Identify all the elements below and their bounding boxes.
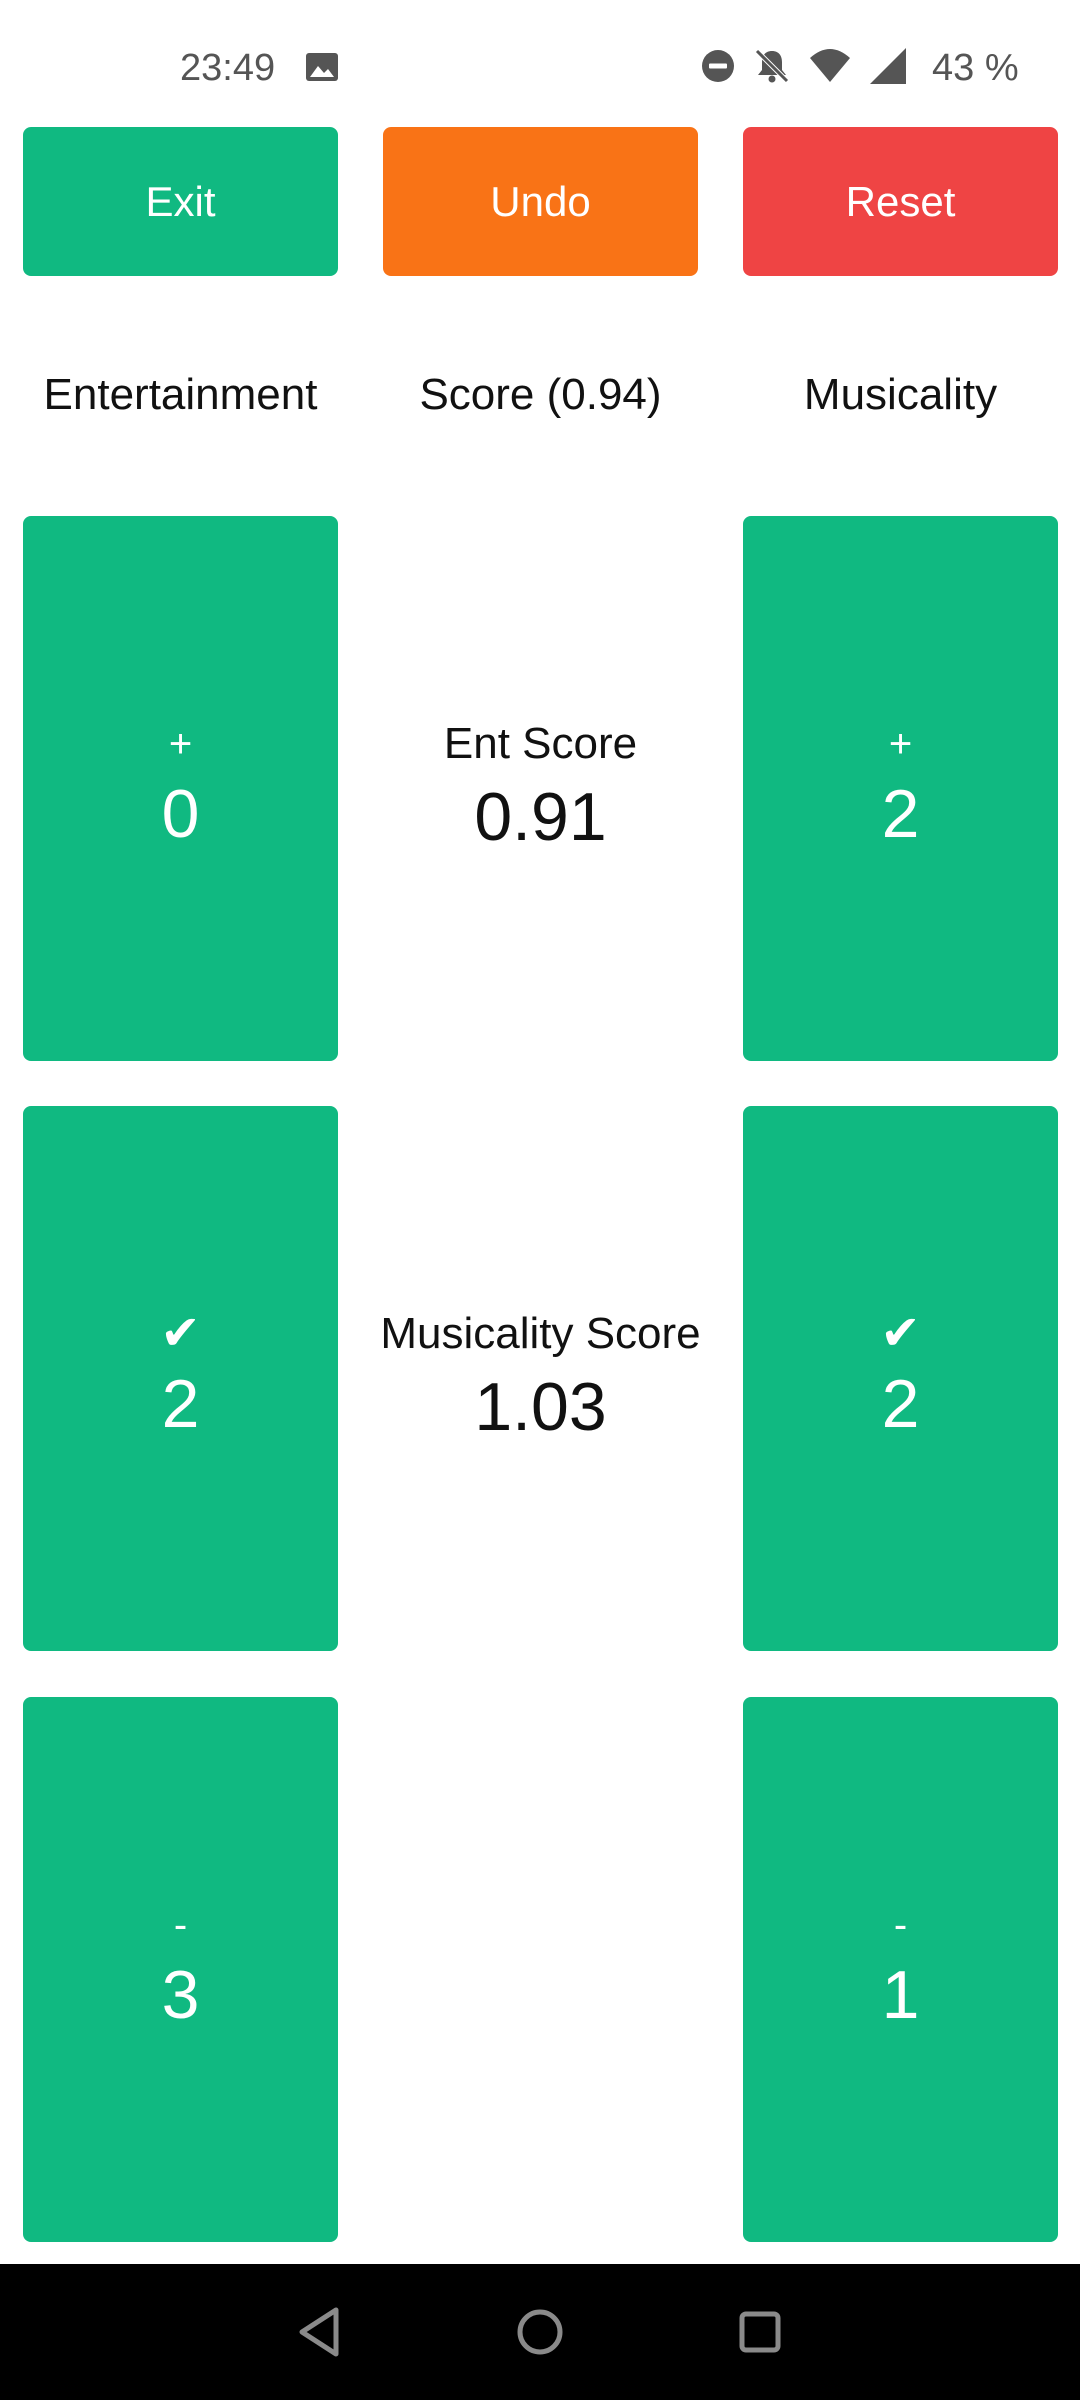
plus-symbol: + <box>168 721 193 766</box>
back-icon[interactable] <box>260 2264 380 2400</box>
minus-symbol: - <box>173 1902 188 1947</box>
ent-score-block: Ent Score 0.91 <box>383 516 698 1061</box>
battery-percent: 43 % <box>932 47 1019 89</box>
undo-button[interactable]: Undo <box>383 127 698 276</box>
entertainment-minus-button[interactable]: - 3 <box>23 1697 338 2242</box>
ent-score-label: Ent Score <box>443 718 638 768</box>
musicality-check-count: 2 <box>881 1365 920 1442</box>
entertainment-header: Entertainment <box>43 370 318 419</box>
musicality-minus-count: 1 <box>881 1956 920 2033</box>
musicality-minus-button[interactable]: - 1 <box>743 1697 1058 2242</box>
status-icons: 43 % <box>700 44 1019 92</box>
score-header: Score (0.94) <box>419 370 662 419</box>
entertainment-plus-button[interactable]: + 0 <box>23 516 338 1061</box>
status-bar: 23:49 43 % <box>0 0 1080 124</box>
entertainment-check-count: 2 <box>161 1365 200 1442</box>
check-icon: ✔ <box>160 1306 201 1360</box>
home-icon[interactable] <box>480 2264 600 2400</box>
wifi-icon <box>808 46 852 91</box>
musicality-score-block: Musicality Score 1.03 <box>380 1106 701 1651</box>
image-icon <box>305 50 339 84</box>
ent-score-value: 0.91 <box>474 778 607 855</box>
plus-symbol: + <box>888 721 913 766</box>
exit-button-label: Exit <box>145 177 216 225</box>
check-icon: ✔ <box>880 1306 921 1360</box>
signal-icon <box>868 46 908 91</box>
undo-button-label: Undo <box>490 177 591 225</box>
musicality-score-label: Musicality Score <box>380 1308 701 1358</box>
musicality-plus-button[interactable]: + 2 <box>743 516 1058 1061</box>
status-time: 23:49 <box>180 47 276 89</box>
musicality-check-button[interactable]: ✔ 2 <box>743 1106 1058 1651</box>
exit-button[interactable]: Exit <box>23 127 338 276</box>
bell-off-icon <box>752 46 792 91</box>
recents-icon[interactable] <box>700 2264 820 2400</box>
entertainment-minus-count: 3 <box>161 1956 200 2033</box>
reset-button[interactable]: Reset <box>743 127 1058 276</box>
entertainment-plus-count: 0 <box>161 775 200 852</box>
minus-symbol: - <box>893 1902 908 1947</box>
musicality-plus-count: 2 <box>881 775 920 852</box>
dnd-icon <box>700 48 736 89</box>
reset-button-label: Reset <box>845 177 956 225</box>
musicality-header: Musicality <box>803 370 998 419</box>
app-screen: 23:49 43 % Exit Undo Reset Entertainment… <box>0 0 1080 2400</box>
musicality-score-value: 1.03 <box>474 1368 607 1445</box>
entertainment-check-button[interactable]: ✔ 2 <box>23 1106 338 1651</box>
navigation-bar <box>0 2264 1080 2400</box>
